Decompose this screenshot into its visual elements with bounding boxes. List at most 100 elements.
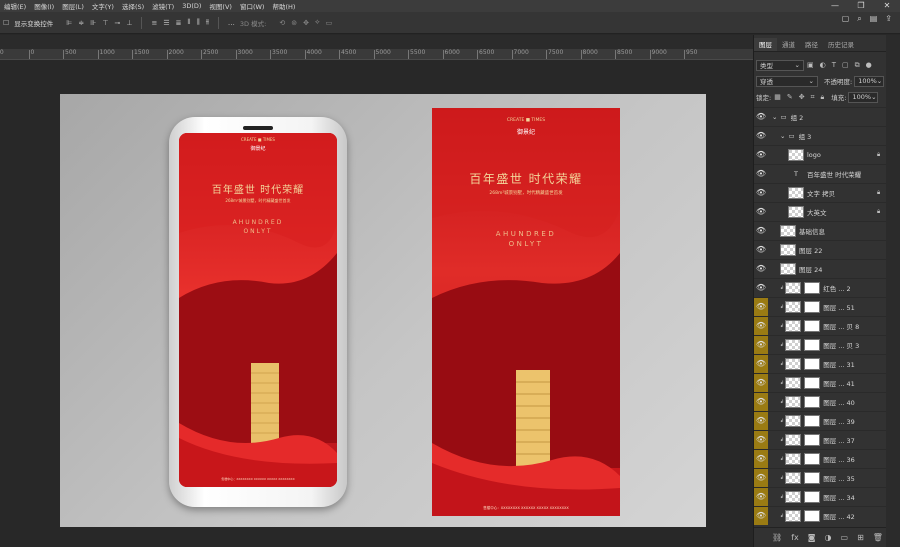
link-icon[interactable]: ⛓ [772,533,782,542]
visibility-eye-icon[interactable]: 👁︎ [754,222,768,240]
layer-row[interactable]: 👁︎ ↲ 图层 ... 51 [754,297,887,316]
align-bottom-icon[interactable]: ⊥ [126,19,132,27]
layer-row[interactable]: 👁︎ ↲ 图层 ... 37 [754,430,887,449]
adjustment-icon[interactable]: ◑ [825,533,832,542]
layer-row[interactable]: 👁︎ ↲ 图层 ... 31 [754,354,887,373]
visibility-eye-icon[interactable]: 👁︎ [754,487,768,506]
fx-icon[interactable]: fx [791,533,799,542]
shape-filter-icon[interactable]: ▢ [842,61,849,69]
layer-row[interactable]: 👁︎ 大英文 🔒︎ [754,202,887,220]
group-expand-icon[interactable]: ⌄ [780,132,785,140]
group-expand-icon[interactable]: ⌄ [772,113,777,121]
layer-row[interactable]: 👁︎ ↲ 红色 ... 2 [754,278,887,296]
visibility-eye-icon[interactable]: 👁︎ [754,449,768,468]
distribute-top-icon[interactable]: ≡ [151,19,157,27]
more-options-icon[interactable]: … [228,19,235,27]
distribute-hcenter-icon[interactable]: ⫼ [196,18,199,27]
visibility-eye-icon[interactable]: 👁︎ [754,203,768,221]
align-right-icon[interactable]: ⊪ [90,19,96,27]
lock-pixels-icon[interactable]: ✎ [787,93,793,101]
layer-row[interactable]: 👁︎ 基础信息 [754,221,887,239]
visibility-eye-icon[interactable]: 👁︎ [754,373,768,392]
layer-row[interactable]: 👁︎ ⌄ ▭ 组 3 [754,126,887,144]
window-icon[interactable]: ▢ [842,14,850,24]
distribute-vcenter-icon[interactable]: ☰ [163,19,169,27]
layer-mask-thumbnail[interactable] [804,376,821,389]
align-vcenter-icon[interactable]: ⊸ [114,19,120,27]
layer-row[interactable]: 👁︎ ↲ 图层 ... 35 [754,468,887,487]
search-icon[interactable]: ⌕ [857,14,861,24]
distribute-bottom-icon[interactable]: ≣ [176,19,182,27]
visibility-eye-icon[interactable]: 👁︎ [754,146,768,164]
layer-mask-thumbnail[interactable] [804,490,821,503]
layer-mask-thumbnail[interactable] [804,319,821,332]
tab-history[interactable]: 历史记录 [823,38,859,51]
layer-row[interactable]: 👁︎ ↲ 图层 ... 36 [754,449,887,468]
menu-item[interactable]: 图像(I) [30,1,58,11]
visibility-eye-icon[interactable]: 👁︎ [754,411,768,430]
scale-3d-icon[interactable]: ▭ [326,19,333,27]
layer-row[interactable]: 👁︎ ↲ 图层 ... 40 [754,392,887,411]
kind-select[interactable]: 类型 ⌄ [756,59,804,71]
distribute-right-icon[interactable]: ⫵ [206,18,209,27]
visibility-eye-icon[interactable]: 👁︎ [754,165,768,183]
menu-item[interactable]: 3D(D) [178,2,205,10]
layer-mask-thumbnail[interactable] [804,338,821,351]
layer-row[interactable]: 👁︎ T 百年盛世 时代荣耀 [754,164,887,182]
visibility-eye-icon[interactable]: 👁︎ [754,260,768,278]
layer-row[interactable]: 👁︎ 文字 拷贝 🔒︎ [754,183,887,201]
layer-mask-thumbnail[interactable] [804,509,821,522]
layer-mask-thumbnail[interactable] [804,414,821,427]
mask-icon[interactable]: ◙ [808,533,816,542]
lock-artboard-icon[interactable]: ⌗ [811,93,815,102]
poster-artboard[interactable]: CREATE ■ TIMES 御景纪 百年盛世 时代荣耀 268m²城景别墅，时… [432,108,620,516]
menu-item[interactable]: 选择(S) [118,1,148,11]
roll-3d-icon[interactable]: ⊚ [291,19,297,27]
layer-row[interactable]: 👁︎ 图层 24 [754,259,887,277]
menu-item[interactable]: 窗口(W) [236,1,269,11]
menu-item[interactable]: 视图(V) [205,1,236,11]
layer-mask-thumbnail[interactable] [804,433,821,446]
share-icon[interactable]: ⇪ [885,14,892,24]
tab-channels[interactable]: 通道 [777,38,800,51]
visibility-eye-icon[interactable]: 👁︎ [754,184,768,202]
visibility-eye-icon[interactable]: 👁︎ [754,468,768,487]
align-hcenter-icon[interactable]: ≑ [78,19,84,27]
tab-layers[interactable]: 图层 [754,38,777,51]
layer-row[interactable]: 👁︎ ↲ 图层 ... 贝 3 [754,335,887,354]
orbit-3d-icon[interactable]: ⟲ [279,19,285,27]
filter-toggle-icon[interactable]: ● [866,61,872,69]
visibility-eye-icon[interactable]: 👁︎ [754,316,768,335]
new-layer-icon[interactable]: ⊞ [857,533,864,542]
layer-row[interactable]: 👁︎ ↲ 图层 ... 贝 8 [754,316,887,335]
transform-controls-label[interactable]: 显示变换控件 [14,18,53,28]
lock-transparency-icon[interactable]: ▦ [774,93,781,101]
align-left-icon[interactable]: ⊫ [66,19,72,27]
close-button[interactable]: ✕ [874,0,900,12]
layer-mask-thumbnail[interactable] [804,300,821,313]
tab-paths[interactable]: 路径 [800,38,823,51]
layout-icon[interactable]: ▤ [870,14,878,24]
lock-all-icon[interactable]: 🔒︎ [821,93,825,102]
menu-item[interactable]: 帮助(H) [268,1,299,11]
pan-3d-icon[interactable]: ✥ [303,19,309,27]
visibility-eye-icon[interactable]: 👁︎ [754,354,768,373]
opacity-field[interactable]: 100% ⌄ [854,75,885,87]
restore-button[interactable]: ❐ [848,0,874,12]
checkbox-icon[interactable]: ☐ [3,19,9,27]
slide-3d-icon[interactable]: ⟡ [315,18,320,27]
type-filter-icon[interactable]: T [832,61,836,69]
layer-row[interactable]: 👁︎ ↲ 图层 ... 39 [754,411,887,430]
image-filter-icon[interactable]: ▣ [807,61,814,69]
blend-mode-select[interactable]: 穿透 ⌄ [756,75,818,87]
minimize-button[interactable]: — [822,0,848,12]
visibility-eye-icon[interactable]: 👁︎ [754,430,768,449]
menu-item[interactable]: 文字(Y) [88,1,118,11]
layer-row[interactable]: 👁︎ 图层 22 [754,240,887,258]
folder-icon[interactable]: ▭ [841,533,849,542]
fill-field[interactable]: 100% ⌄ [848,91,879,103]
layer-mask-thumbnail[interactable] [804,281,821,294]
visibility-eye-icon[interactable]: 👁︎ [754,506,768,525]
visibility-eye-icon[interactable]: 👁︎ [754,127,768,145]
visibility-eye-icon[interactable]: 👁︎ [754,279,768,297]
